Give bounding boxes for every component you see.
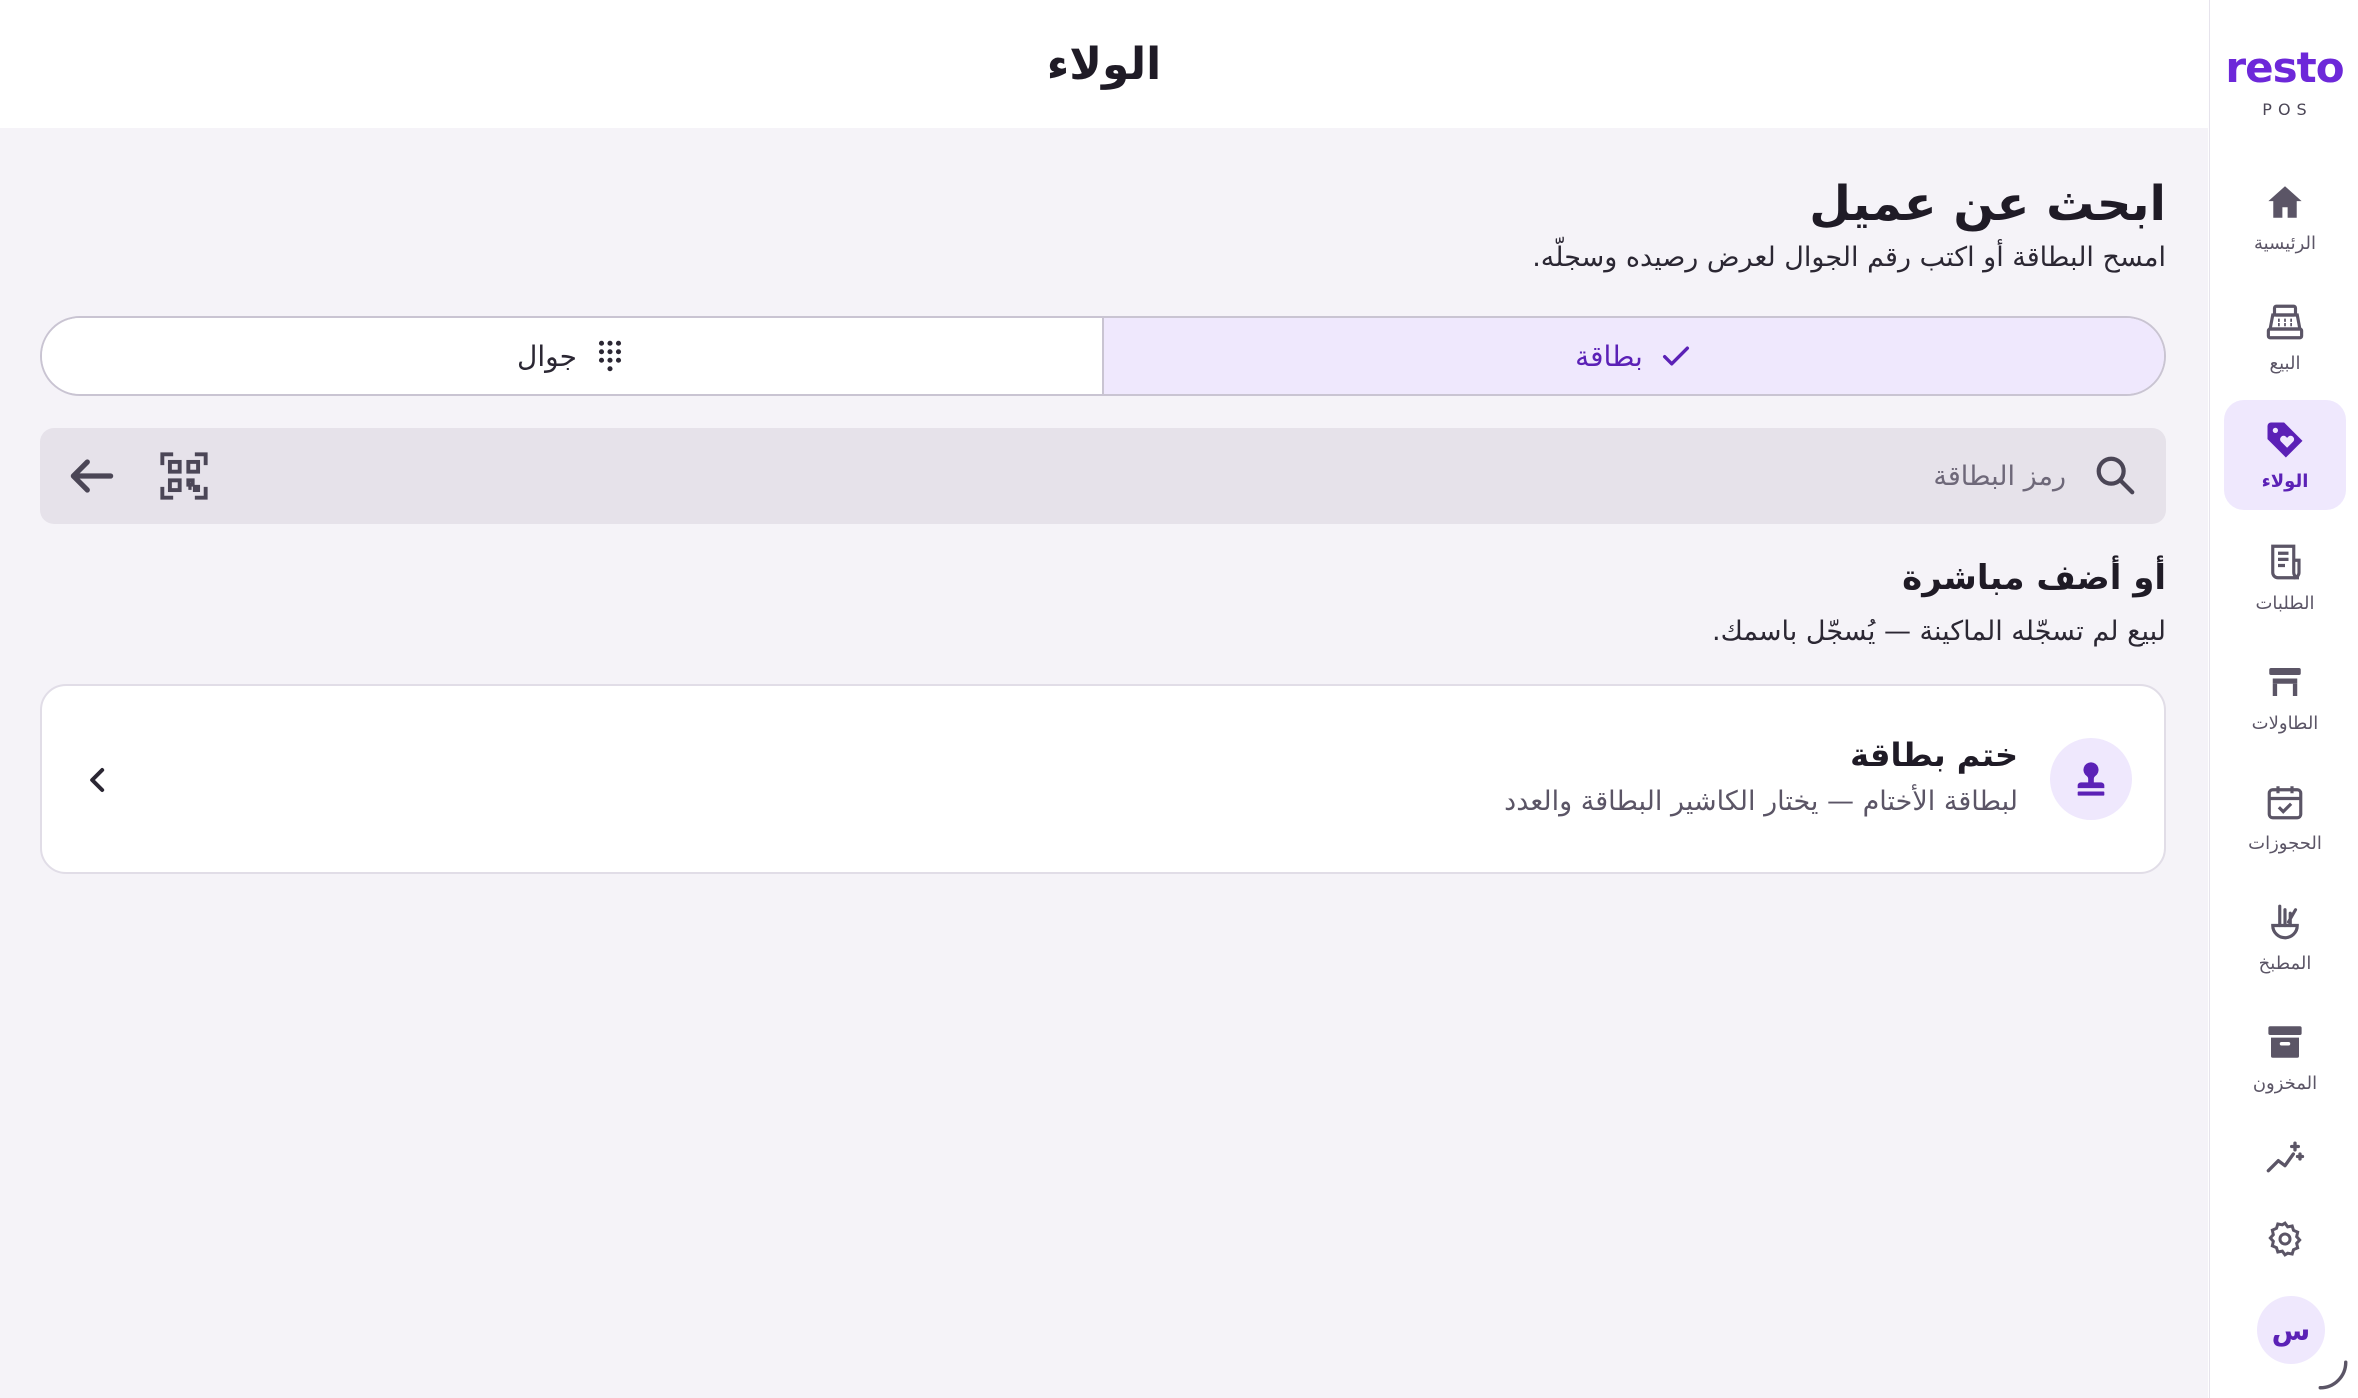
stamp-icon-badge <box>2050 738 2132 820</box>
stamp-card-subtitle: لبطاقة الأختام — يختار الكاشير البطاقة و… <box>1504 786 2018 817</box>
kitchen-icon <box>2271 904 2299 939</box>
dialpad-icon <box>598 340 622 372</box>
search-bar <box>40 428 2166 524</box>
sidebar-item-inventory[interactable]: المخزون <box>2224 1002 2346 1112</box>
sidebar-item-label: البيع <box>2269 352 2301 374</box>
arrow-left-icon[interactable] <box>64 448 120 504</box>
analytics-sparkle-icon <box>2266 1141 2305 1173</box>
stamp-card-option[interactable]: ختم بطاقة لبطاقة الأختام — يختار الكاشير… <box>40 684 2166 874</box>
sidebar-item-label: المخزون <box>2252 1072 2318 1094</box>
search-icon <box>2096 456 2135 495</box>
sidebar-item-label: الرئيسية <box>2254 232 2316 254</box>
sidebar-item-home[interactable]: الرئيسية <box>2224 162 2346 272</box>
sidebar-item-tables[interactable]: الطاولات <box>2224 642 2346 752</box>
archive-icon <box>2268 1025 2302 1058</box>
brand-logo: resto POS <box>2210 43 2358 120</box>
sidebar-item-orders[interactable]: الطلبات <box>2224 522 2346 632</box>
sidebar-item-label: المطبخ <box>2258 952 2312 974</box>
sidebar-item-label: الولاء <box>2261 470 2309 492</box>
tab-phone-label: جوال <box>517 339 577 373</box>
stamp-icon <box>2077 762 2105 796</box>
settings-icon <box>2268 1221 2302 1257</box>
tab-phone[interactable]: جوال <box>42 318 1104 394</box>
direct-add-title: أو أضف مباشرة <box>1902 558 2166 598</box>
chevron-left-icon <box>90 768 105 792</box>
tab-card[interactable]: بطاقة <box>1104 318 2164 394</box>
sidebar-item-label: الطلبات <box>2255 592 2315 614</box>
card-code-input[interactable] <box>366 450 2066 502</box>
header-title: الولاء <box>1046 38 1162 90</box>
sidebar-item-analytics[interactable] <box>2250 1124 2320 1194</box>
receipt-icon <box>2271 544 2301 579</box>
calendar-check-icon <box>2267 785 2303 819</box>
sidebar-item-label: الطاولات <box>2251 712 2319 734</box>
loyalty-tag-icon <box>2267 422 2303 457</box>
check-icon <box>1662 346 1689 366</box>
page-title: ابحث عن عميل <box>1809 176 2166 232</box>
table-icon <box>2269 667 2301 696</box>
cash-register-icon <box>2266 304 2304 339</box>
brand-sub: POS <box>2262 100 2313 119</box>
loading-arc-icon <box>2318 1360 2348 1390</box>
sidebar-item-sale[interactable]: البيع <box>2224 282 2346 392</box>
sidebar-item-settings[interactable] <box>2250 1204 2320 1274</box>
avatar[interactable]: س <box>2257 1296 2325 1364</box>
sidebar-item-reservations[interactable]: الحجوزات <box>2224 762 2346 872</box>
qr-scan-icon[interactable] <box>158 450 210 502</box>
page-subtitle: امسح البطاقة أو اكتب رقم الجوال لعرض رصي… <box>1532 242 2166 273</box>
home-icon <box>2268 185 2302 218</box>
tab-card-label: بطاقة <box>1575 339 1643 373</box>
stamp-card-title: ختم بطاقة <box>1850 736 2018 774</box>
main-content: ابحث عن عميل امسح البطاقة أو اكتب رقم ال… <box>0 128 2208 1398</box>
sidebar-item-label: الحجوزات <box>2248 832 2322 854</box>
direct-add-subtitle: لبيع لم تسجّله الماكينة — يُسجّل باسمك. <box>1711 616 2166 647</box>
lookup-mode-toggle: بطاقة جوال <box>40 316 2166 396</box>
top-header: الولاء <box>0 0 2208 128</box>
sidebar-item-kitchen[interactable]: المطبخ <box>2224 882 2346 992</box>
sidebar: resto POS الرئيسية البيع الولاء الطلبات … <box>2209 0 2358 1398</box>
sidebar-item-loyalty[interactable]: الولاء <box>2224 400 2346 510</box>
brand-name: resto <box>2225 43 2344 92</box>
